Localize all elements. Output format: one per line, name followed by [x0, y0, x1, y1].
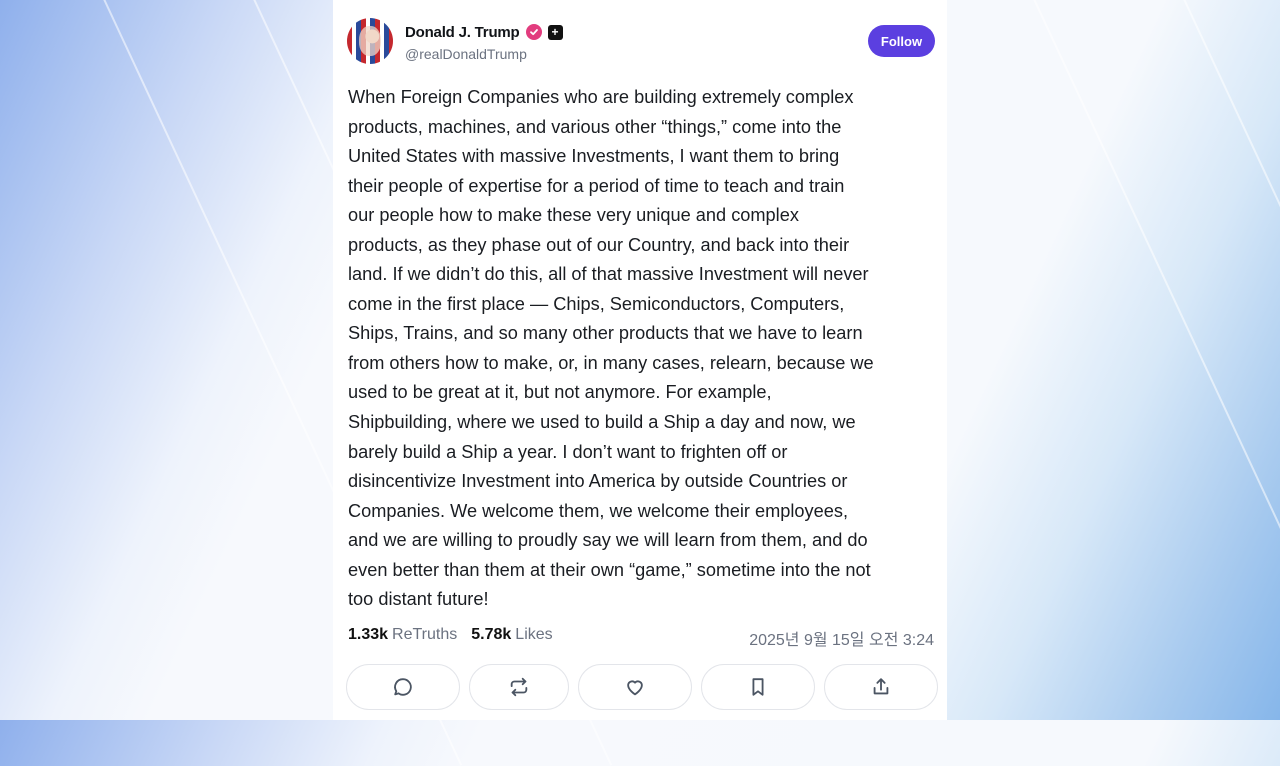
reply-button[interactable]: [346, 664, 460, 710]
retruths-count: 1.33k: [348, 626, 389, 643]
post-timestamp[interactable]: 2025년 9월 15일 오전 3:24: [749, 626, 934, 650]
retruths-stat[interactable]: 1.33k ReTruths: [348, 626, 457, 644]
bookmark-icon: [752, 678, 764, 696]
follow-button[interactable]: Follow: [868, 25, 935, 57]
share-button[interactable]: [824, 664, 938, 710]
action-bar: [346, 664, 938, 710]
heart-icon: [627, 680, 643, 696]
author-avatar[interactable]: [347, 18, 393, 64]
likes-label: Likes: [515, 626, 553, 643]
likes-count: 5.78k: [471, 626, 512, 643]
verified-badge-icon: [525, 24, 542, 40]
author-row: Donald J. Trump +: [405, 22, 563, 42]
comment-icon: [394, 678, 412, 696]
retruth-button[interactable]: [469, 664, 569, 710]
bookmark-button[interactable]: [701, 664, 815, 710]
author-handle[interactable]: @realDonaldTrump: [405, 46, 527, 62]
likes-stat[interactable]: 5.78k Likes: [471, 626, 552, 644]
post-stats: 1.33k ReTruths 5.78k Likes: [348, 626, 553, 644]
post-card: Donald J. Trump + @realDonaldTrump Follo…: [333, 0, 947, 720]
like-button[interactable]: [578, 664, 692, 710]
author-name[interactable]: Donald J. Trump: [405, 24, 520, 41]
plus-badge-icon: +: [547, 24, 563, 40]
repost-icon: [510, 677, 528, 697]
share-icon: [873, 678, 889, 695]
post-text: When Foreign Companies who are building …: [348, 87, 874, 610]
retruths-label: ReTruths: [392, 626, 458, 643]
